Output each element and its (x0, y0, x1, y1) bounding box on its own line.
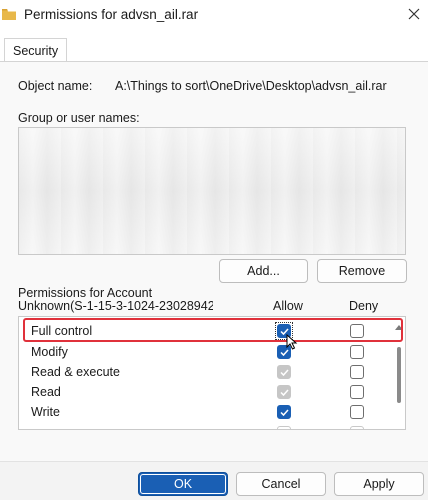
permissions-header: Permissions for Account (18, 286, 153, 300)
permission-row-read-execute: Read & execute (19, 362, 391, 382)
read-allow-checkbox[interactable] (277, 385, 291, 399)
add-button[interactable]: Add... (219, 259, 308, 283)
cancel-button[interactable]: Cancel (236, 472, 326, 496)
group-names-list[interactable] (18, 127, 406, 255)
close-icon (408, 8, 420, 23)
permission-row-write: Write (19, 402, 391, 422)
permission-row-read: Read (19, 382, 391, 402)
modify-deny-checkbox[interactable] (350, 345, 364, 359)
window-title: Permissions for advsn_ail.rar (24, 7, 199, 22)
close-button[interactable] (400, 2, 428, 28)
permission-row-modify: Modify (19, 342, 391, 362)
tab-strip: Security (0, 38, 428, 62)
permission-name: Modify (31, 345, 68, 359)
write-deny-checkbox[interactable] (350, 405, 364, 419)
partial-deny-checkbox[interactable] (350, 426, 364, 429)
permissions-scrollbar[interactable] (393, 317, 405, 429)
permission-row-full-control: Full control (19, 321, 391, 341)
group-names-label: Group or user names: (18, 111, 140, 125)
permissions-dialog: Permissions for advsn_ail.rar Security O… (0, 0, 428, 500)
ok-button-label: OK (173, 477, 193, 491)
read-execute-allow-checkbox[interactable] (277, 365, 291, 379)
object-name-value: A:\Things to sort\OneDrive\Desktop\advsn… (115, 79, 387, 93)
write-allow-checkbox[interactable] (277, 405, 291, 419)
deny-column-header: Deny (349, 299, 379, 313)
permission-row-partial (19, 423, 391, 429)
permissions-account-name: Unknown(S-1-15-3-1024-2302894289 (18, 299, 213, 313)
permission-name: Write (31, 405, 60, 419)
folder-icon (2, 8, 16, 20)
ok-button[interactable]: OK (138, 472, 228, 496)
tab-security[interactable]: Security (4, 38, 68, 62)
remove-button[interactable]: Remove (317, 259, 407, 283)
mouse-cursor-icon (286, 333, 298, 353)
permission-name: Full control (31, 324, 93, 338)
scroll-up-arrow-icon[interactable] (395, 319, 403, 333)
object-name-label: Object name: (18, 79, 93, 93)
permission-name: Read (31, 385, 61, 399)
permissions-list: Full control Modify Read & execute Read (18, 316, 406, 430)
permission-name: Read & execute (31, 365, 120, 379)
scrollbar-thumb[interactable] (397, 347, 401, 403)
title-bar: Permissions for advsn_ail.rar (0, 0, 428, 32)
read-deny-checkbox[interactable] (350, 385, 364, 399)
partial-allow-checkbox[interactable] (277, 426, 291, 429)
apply-button[interactable]: Apply (334, 472, 424, 496)
allow-column-header: Allow (273, 299, 303, 313)
read-execute-deny-checkbox[interactable] (350, 365, 364, 379)
full-control-deny-checkbox[interactable] (350, 324, 364, 338)
